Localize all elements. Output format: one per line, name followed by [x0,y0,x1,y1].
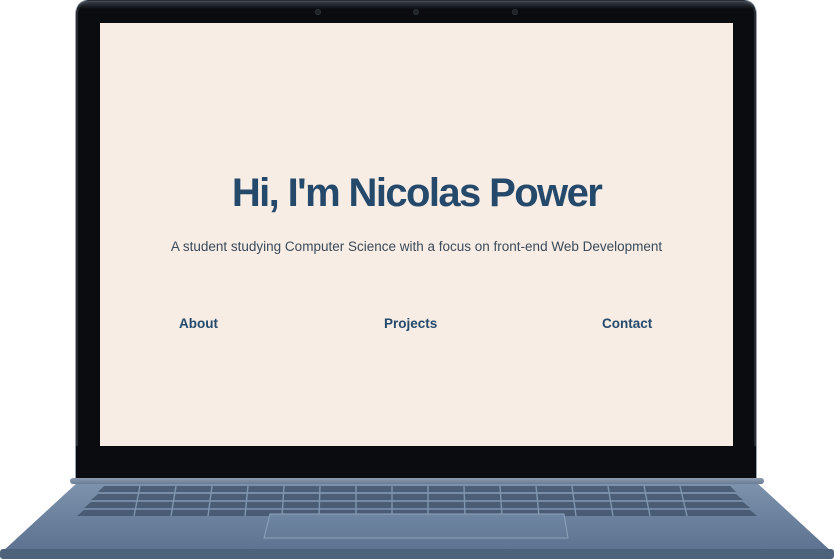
deck-front-edge [0,549,834,559]
trackpad[interactable] [263,513,569,539]
laptop-keyboard-deck [0,482,834,559]
laptop-mockup: Hi, I'm Nicolas Power A student studying… [0,0,834,559]
laptop-hinge [70,478,764,484]
